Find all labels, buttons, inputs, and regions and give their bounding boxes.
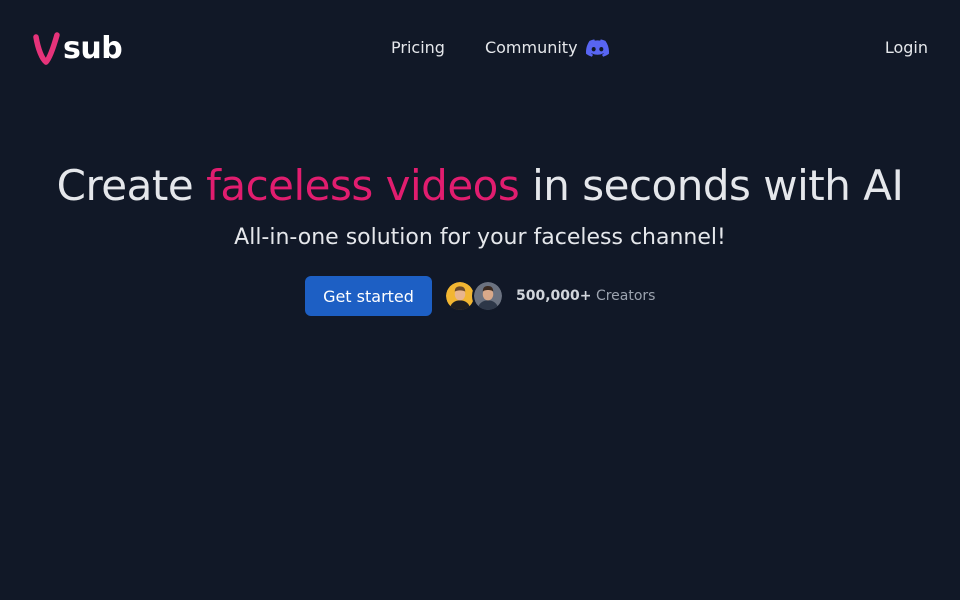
top-navbar: sub Pricing Community Login <box>0 0 960 96</box>
creators-number: 500,000+ <box>516 288 592 304</box>
nav-community-link[interactable]: Community <box>485 36 609 60</box>
creators-count: 500,000+ Creators <box>516 288 655 304</box>
cta-row: Get started 500,000+ Creators <box>305 276 655 316</box>
get-started-button[interactable]: Get started <box>305 276 432 316</box>
creator-avatars <box>444 280 504 312</box>
nav-community-label: Community <box>484 38 578 57</box>
v-logo-icon <box>33 32 60 65</box>
brand-name: sub <box>63 31 123 66</box>
hero-title: Create faceless videos in seconds with A… <box>0 160 960 212</box>
hero-title-post: in seconds with AI <box>532 161 904 210</box>
avatar <box>472 280 504 312</box>
hero-title-pre: Create <box>56 161 194 210</box>
discord-icon <box>585 39 609 57</box>
hero-title-accent: faceless videos <box>206 161 520 210</box>
creators-label: Creators <box>595 288 656 304</box>
logo-link[interactable]: sub <box>32 31 123 67</box>
login-link[interactable]: Login <box>885 36 928 60</box>
hero-subtitle: All-in-one solution for your faceless ch… <box>234 225 726 250</box>
nav-links: Pricing Community <box>391 36 609 60</box>
nav-pricing-link[interactable]: Pricing <box>391 36 445 60</box>
